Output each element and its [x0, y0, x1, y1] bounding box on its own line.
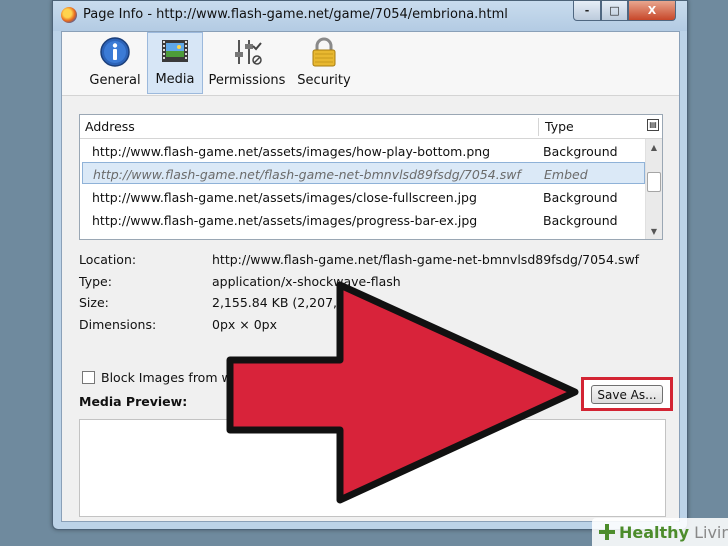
- column-divider[interactable]: [538, 118, 539, 136]
- detail-size-value: 2,155.84 KB (2,207,57: [212, 295, 353, 310]
- media-icon: [158, 34, 192, 68]
- tab-security[interactable]: Security: [293, 32, 355, 94]
- media-row-address: http://www.flash-game.net/assets/images/…: [92, 144, 491, 159]
- info-icon: [98, 35, 132, 69]
- media-row-address: http://www.flash-game.net/assets/images/…: [92, 190, 477, 205]
- media-preview-label: Media Preview:: [79, 394, 188, 409]
- tab-permissions[interactable]: Permissions: [208, 32, 286, 94]
- minimize-button[interactable]: -: [573, 1, 601, 21]
- maximize-button[interactable]: □: [601, 1, 628, 21]
- scroll-up-icon[interactable]: ▲: [646, 139, 662, 155]
- tab-media[interactable]: Media: [147, 32, 203, 94]
- scroll-down-icon[interactable]: ▼: [646, 223, 662, 239]
- plus-leaf-icon: [598, 523, 616, 541]
- media-list-scrollbar[interactable]: ▲ ▼: [645, 139, 662, 239]
- tab-permissions-label: Permissions: [208, 73, 286, 88]
- permissions-icon: [230, 35, 264, 69]
- tab-security-label: Security: [297, 73, 351, 88]
- detail-location-label: Location:: [79, 252, 137, 267]
- tab-media-label: Media: [155, 72, 195, 87]
- window-title: Page Info - http://www.flash-game.net/ga…: [83, 7, 508, 22]
- detail-size-label: Size:: [79, 295, 109, 310]
- detail-location-value: http://www.flash-game.net/flash-game-net…: [212, 252, 640, 267]
- detail-dimensions-label: Dimensions:: [79, 317, 157, 332]
- media-row-type: Background: [543, 190, 618, 205]
- media-row-selected[interactable]: http://www.flash-game.net/flash-game-net…: [82, 162, 645, 184]
- scrollbar-thumb[interactable]: [647, 172, 661, 192]
- watermark-word-2: Living: [694, 522, 728, 542]
- tab-general[interactable]: General: [87, 32, 143, 94]
- healthy-living-watermark: Healthy Living: [592, 518, 728, 546]
- column-address[interactable]: Address: [85, 119, 135, 134]
- media-row-address: http://www.flash-game.net/flash-game-net…: [93, 167, 521, 182]
- media-preview-area: [79, 419, 666, 517]
- block-images-label[interactable]: Block Images from ww: [101, 370, 242, 385]
- detail-location: Location: http://www.flash-game.net/flas…: [79, 252, 669, 272]
- lock-icon: [307, 35, 341, 69]
- detail-dimensions-value: 0px × 0px: [212, 317, 277, 332]
- detail-size: Size: 2,155.84 KB (2,207,57: [79, 295, 669, 315]
- media-row-type: Background: [543, 144, 618, 159]
- title-bar: Page Info - http://www.flash-game.net/ga…: [53, 1, 687, 31]
- page-info-window: Page Info - http://www.flash-game.net/ga…: [52, 0, 688, 530]
- detail-type: Type: application/x-shockwave-flash: [79, 274, 669, 294]
- media-row[interactable]: http://www.flash-game.net/assets/images/…: [82, 186, 645, 208]
- watermark-word-1: Healthy: [619, 522, 689, 542]
- dialog-content: General Media Permissions Security Addre…: [61, 31, 680, 522]
- detail-type-label: Type:: [79, 274, 112, 289]
- media-row-type: Embed: [544, 167, 588, 182]
- media-list-header: Address Type ▤: [80, 115, 662, 139]
- media-row-address: http://www.flash-game.net/assets/images/…: [92, 213, 478, 228]
- detail-type-value: application/x-shockwave-flash: [212, 274, 401, 289]
- media-row[interactable]: http://www.flash-game.net/assets/images/…: [82, 140, 645, 162]
- watermark-text: Healthy Living: [619, 523, 728, 542]
- column-type[interactable]: Type: [545, 119, 574, 134]
- close-button[interactable]: X: [628, 1, 676, 21]
- media-list[interactable]: Address Type ▤ http://www.flash-game.net…: [79, 114, 663, 240]
- save-as-button[interactable]: Save As...: [591, 385, 663, 404]
- detail-dimensions: Dimensions: 0px × 0px: [79, 317, 669, 337]
- save-as-highlight: Save As...: [581, 377, 673, 411]
- firefox-icon: [61, 7, 77, 23]
- column-picker-icon[interactable]: ▤: [647, 119, 659, 131]
- tab-general-label: General: [89, 73, 141, 88]
- media-row-type: Background: [543, 213, 618, 228]
- block-images-checkbox[interactable]: [82, 371, 95, 384]
- tab-bar: General Media Permissions Security: [62, 32, 679, 96]
- media-row[interactable]: http://www.flash-game.net/assets/images/…: [82, 209, 645, 231]
